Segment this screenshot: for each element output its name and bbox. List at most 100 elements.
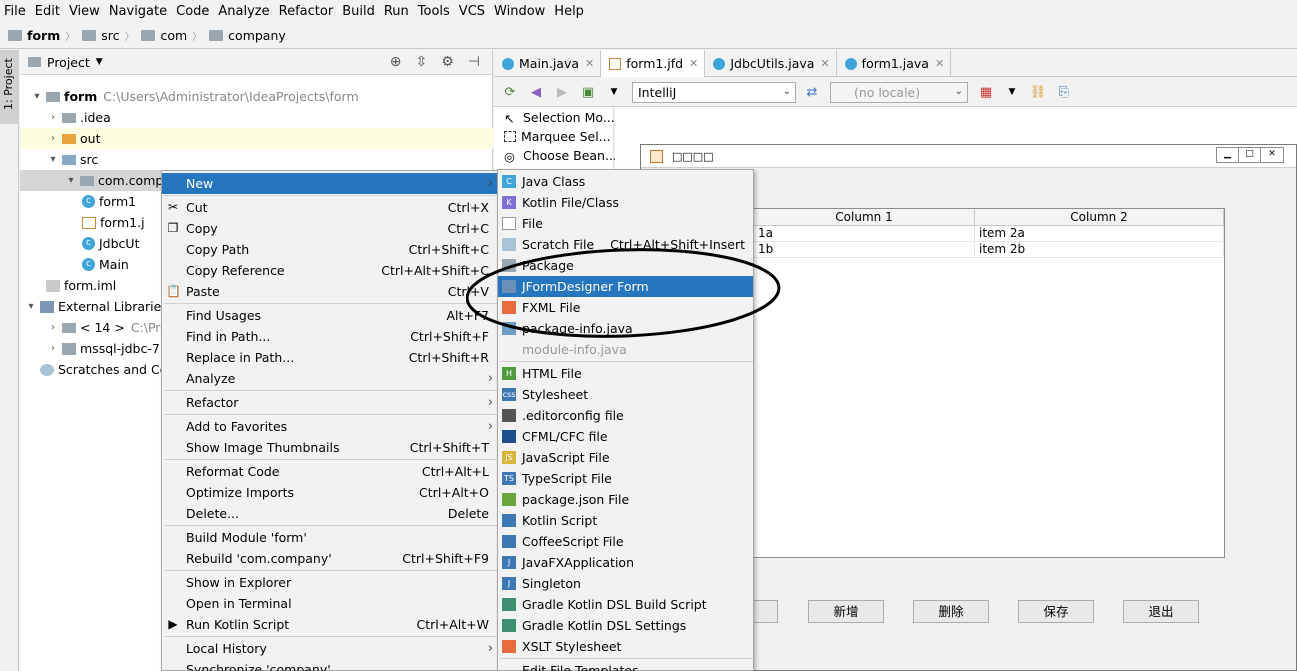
menu-item-kotlin-script[interactable]: Kotlin Script bbox=[498, 510, 753, 531]
tree-item[interactable]: › out bbox=[46, 128, 100, 149]
tree-item[interactable]: ▾ form C:\Users\Administrator\IdeaProjects… bbox=[30, 86, 358, 107]
menu-item-cut[interactable]: ✂ Cut Ctrl+X bbox=[162, 197, 497, 218]
menu-help[interactable]: Help bbox=[554, 4, 584, 19]
form-button-hidden[interactable] bbox=[752, 600, 778, 623]
link-icon[interactable]: ⛓ bbox=[1030, 85, 1047, 100]
menu-item-coffeescript-file[interactable]: CoffeeScript File bbox=[498, 531, 753, 552]
menu-item-editorconfig-file[interactable]: .editorconfig file bbox=[498, 405, 753, 426]
menu-tools[interactable]: Tools bbox=[418, 4, 450, 19]
table-cell[interactable]: item 2a bbox=[975, 226, 1224, 242]
form-button[interactable]: 退出 bbox=[1123, 600, 1199, 623]
chevron-down-icon[interactable]: ▼ bbox=[1004, 85, 1020, 99]
chevron-right-icon[interactable]: › bbox=[46, 112, 60, 123]
menu-code[interactable]: Code bbox=[176, 4, 209, 19]
preview-icon[interactable]: ▣ bbox=[580, 85, 596, 100]
tree-item[interactable]: Scratches and Co bbox=[40, 359, 167, 380]
close-icon[interactable]: ✕ bbox=[935, 57, 944, 70]
menu-item-stylesheet[interactable]: css Stylesheet bbox=[498, 384, 753, 405]
menu-item-show-image-thumbnails[interactable]: Show Image Thumbnails Ctrl+Shift+T bbox=[162, 437, 497, 458]
close-icon[interactable]: ✕ bbox=[1261, 148, 1283, 162]
refresh-icon[interactable]: ⟳ bbox=[502, 85, 518, 100]
sync-icon[interactable]: ⇄ bbox=[804, 85, 820, 100]
menu-item-rebuild-com-company[interactable]: Rebuild 'com.company' Ctrl+Shift+F9 bbox=[162, 548, 497, 569]
table-cell[interactable]: 1a bbox=[754, 226, 975, 242]
menu-file[interactable]: File bbox=[4, 4, 26, 19]
menu-item-package-json-file[interactable]: package.json File bbox=[498, 489, 753, 510]
menu-view[interactable]: View bbox=[69, 4, 100, 19]
menu-item-add-to-favorites[interactable]: Add to Favorites › bbox=[162, 416, 497, 437]
menu-item-open-in-terminal[interactable]: Open in Terminal bbox=[162, 593, 497, 614]
menu-edit[interactable]: Edit bbox=[35, 4, 60, 19]
menu-item-copy-path[interactable]: Copy Path Ctrl+Shift+C bbox=[162, 239, 497, 260]
menu-item-reformat-code[interactable]: Reformat Code Ctrl+Alt+L bbox=[162, 461, 497, 482]
hide-icon[interactable]: ⊣ bbox=[468, 54, 480, 70]
menu-item-copy-reference[interactable]: Copy Reference Ctrl+Alt+Shift+C bbox=[162, 260, 497, 281]
chevron-down-icon[interactable]: ▾ bbox=[30, 91, 44, 102]
menu-item-local-history[interactable]: Local History › bbox=[162, 638, 497, 659]
collapse-all-icon[interactable]: ⇳ bbox=[416, 54, 428, 70]
tree-item[interactable]: c Main bbox=[82, 254, 129, 275]
menu-item-html-file[interactable]: H HTML File bbox=[498, 363, 753, 384]
menu-window[interactable]: Window bbox=[494, 4, 545, 19]
tree-item[interactable]: form1.j bbox=[82, 212, 145, 233]
tab-jdbcutils-java[interactable]: JdbcUtils.java ✕ bbox=[705, 50, 837, 77]
chevron-down-icon[interactable]: ▾ bbox=[64, 175, 78, 186]
menu-item-typescript-file[interactable]: TS TypeScript File bbox=[498, 468, 753, 489]
breadcrumb-item[interactable]: src 〉 bbox=[82, 28, 141, 43]
close-icon[interactable]: ✕ bbox=[820, 57, 829, 70]
chevron-right-icon[interactable]: › bbox=[46, 133, 60, 144]
maximize-icon[interactable]: □ bbox=[1239, 148, 1261, 162]
breadcrumb-item[interactable]: company bbox=[209, 28, 286, 43]
form-button[interactable]: 保存 bbox=[1018, 600, 1094, 623]
form-table[interactable]: Column 1 Column 2 1a item 2a 1b item 2b bbox=[753, 208, 1225, 558]
menu-item-singleton[interactable]: J Singleton bbox=[498, 573, 753, 594]
menu-navigate[interactable]: Navigate bbox=[109, 4, 167, 19]
menu-item-gradle-kotlin-dsl-settings[interactable]: Gradle Kotlin DSL Settings bbox=[498, 615, 753, 636]
menu-item-javafxapplication[interactable]: J JavaFXApplication bbox=[498, 552, 753, 573]
look-and-feel-select[interactable]: IntelliJ ⌄ bbox=[632, 81, 796, 103]
tree-item[interactable]: c form1 bbox=[82, 191, 136, 212]
breadcrumb-item[interactable]: com 〉 bbox=[141, 28, 209, 43]
tab-form1-jfd[interactable]: form1.jfd ✕ bbox=[601, 50, 706, 77]
locale-select[interactable]: (no locale) ⌄ bbox=[830, 81, 968, 103]
layout-icon[interactable]: ▦ bbox=[978, 85, 994, 100]
menu-item-delete[interactable]: Delete... Delete bbox=[162, 503, 497, 524]
table-column-header[interactable]: Column 2 bbox=[975, 209, 1224, 226]
menu-item-javascript-file[interactable]: JS JavaScript File bbox=[498, 447, 753, 468]
menu-item-find-in-path[interactable]: Find in Path... Ctrl+Shift+F bbox=[162, 326, 497, 347]
chevron-right-icon[interactable]: › bbox=[46, 322, 60, 333]
menu-analyze[interactable]: Analyze bbox=[218, 4, 269, 19]
tree-item[interactable]: › mssql-jdbc-7.0 bbox=[46, 338, 172, 359]
tree-item[interactable]: › .idea bbox=[46, 107, 111, 128]
menu-item-cfml-cfc-file[interactable]: CFML/CFC file bbox=[498, 426, 753, 447]
close-icon[interactable]: ✕ bbox=[585, 57, 594, 70]
close-icon[interactable]: ✕ bbox=[689, 57, 698, 70]
menu-item-run-kotlin-script[interactable]: ▶ Run Kotlin Script Ctrl+Alt+W bbox=[162, 614, 497, 635]
breadcrumb-item[interactable]: form 〉 bbox=[8, 28, 82, 43]
form-button[interactable]: 新增 bbox=[808, 600, 884, 623]
palette-choose-bean[interactable]: ◎ Choose Bean... bbox=[504, 146, 617, 165]
menu-item-gradle-kotlin-dsl-build-script[interactable]: Gradle Kotlin DSL Build Script bbox=[498, 594, 753, 615]
menu-item-optimize-imports[interactable]: Optimize Imports Ctrl+Alt+O bbox=[162, 482, 497, 503]
menu-run[interactable]: Run bbox=[384, 4, 409, 19]
menu-build[interactable]: Build bbox=[342, 4, 375, 19]
tree-item[interactable]: ▾ src bbox=[46, 149, 98, 170]
menu-item-edit-file-templates[interactable]: Edit File Templates... bbox=[498, 660, 753, 671]
menu-item-file[interactable]: File bbox=[498, 213, 753, 234]
menu-item-show-in-explorer[interactable]: Show in Explorer bbox=[162, 572, 497, 593]
chevron-right-icon[interactable]: › bbox=[46, 343, 60, 354]
form-button[interactable]: 删除 bbox=[913, 600, 989, 623]
project-tool-tab[interactable]: 1: Project bbox=[0, 50, 19, 124]
tab-main-java[interactable]: Main.java ✕ bbox=[494, 50, 602, 77]
palette-selection-mode[interactable]: ↖ Selection Mo... bbox=[504, 108, 615, 127]
tree-item[interactable]: form.iml bbox=[46, 275, 116, 296]
menu-item-build-module-form[interactable]: Build Module 'form' bbox=[162, 527, 497, 548]
tree-item[interactable]: ▾ External Libraries bbox=[24, 296, 167, 317]
minimize-icon[interactable]: ▁ bbox=[1217, 148, 1239, 162]
java-code-icon[interactable]: ⎘ bbox=[1056, 85, 1072, 100]
chevron-down-icon[interactable]: ▼ bbox=[606, 85, 622, 99]
tree-item[interactable]: c JdbcUt bbox=[82, 233, 139, 254]
redo-icon[interactable]: ▶ bbox=[554, 85, 570, 100]
menu-refactor[interactable]: Refactor bbox=[279, 4, 334, 19]
menu-item-copy[interactable]: ❐ Copy Ctrl+C bbox=[162, 218, 497, 239]
